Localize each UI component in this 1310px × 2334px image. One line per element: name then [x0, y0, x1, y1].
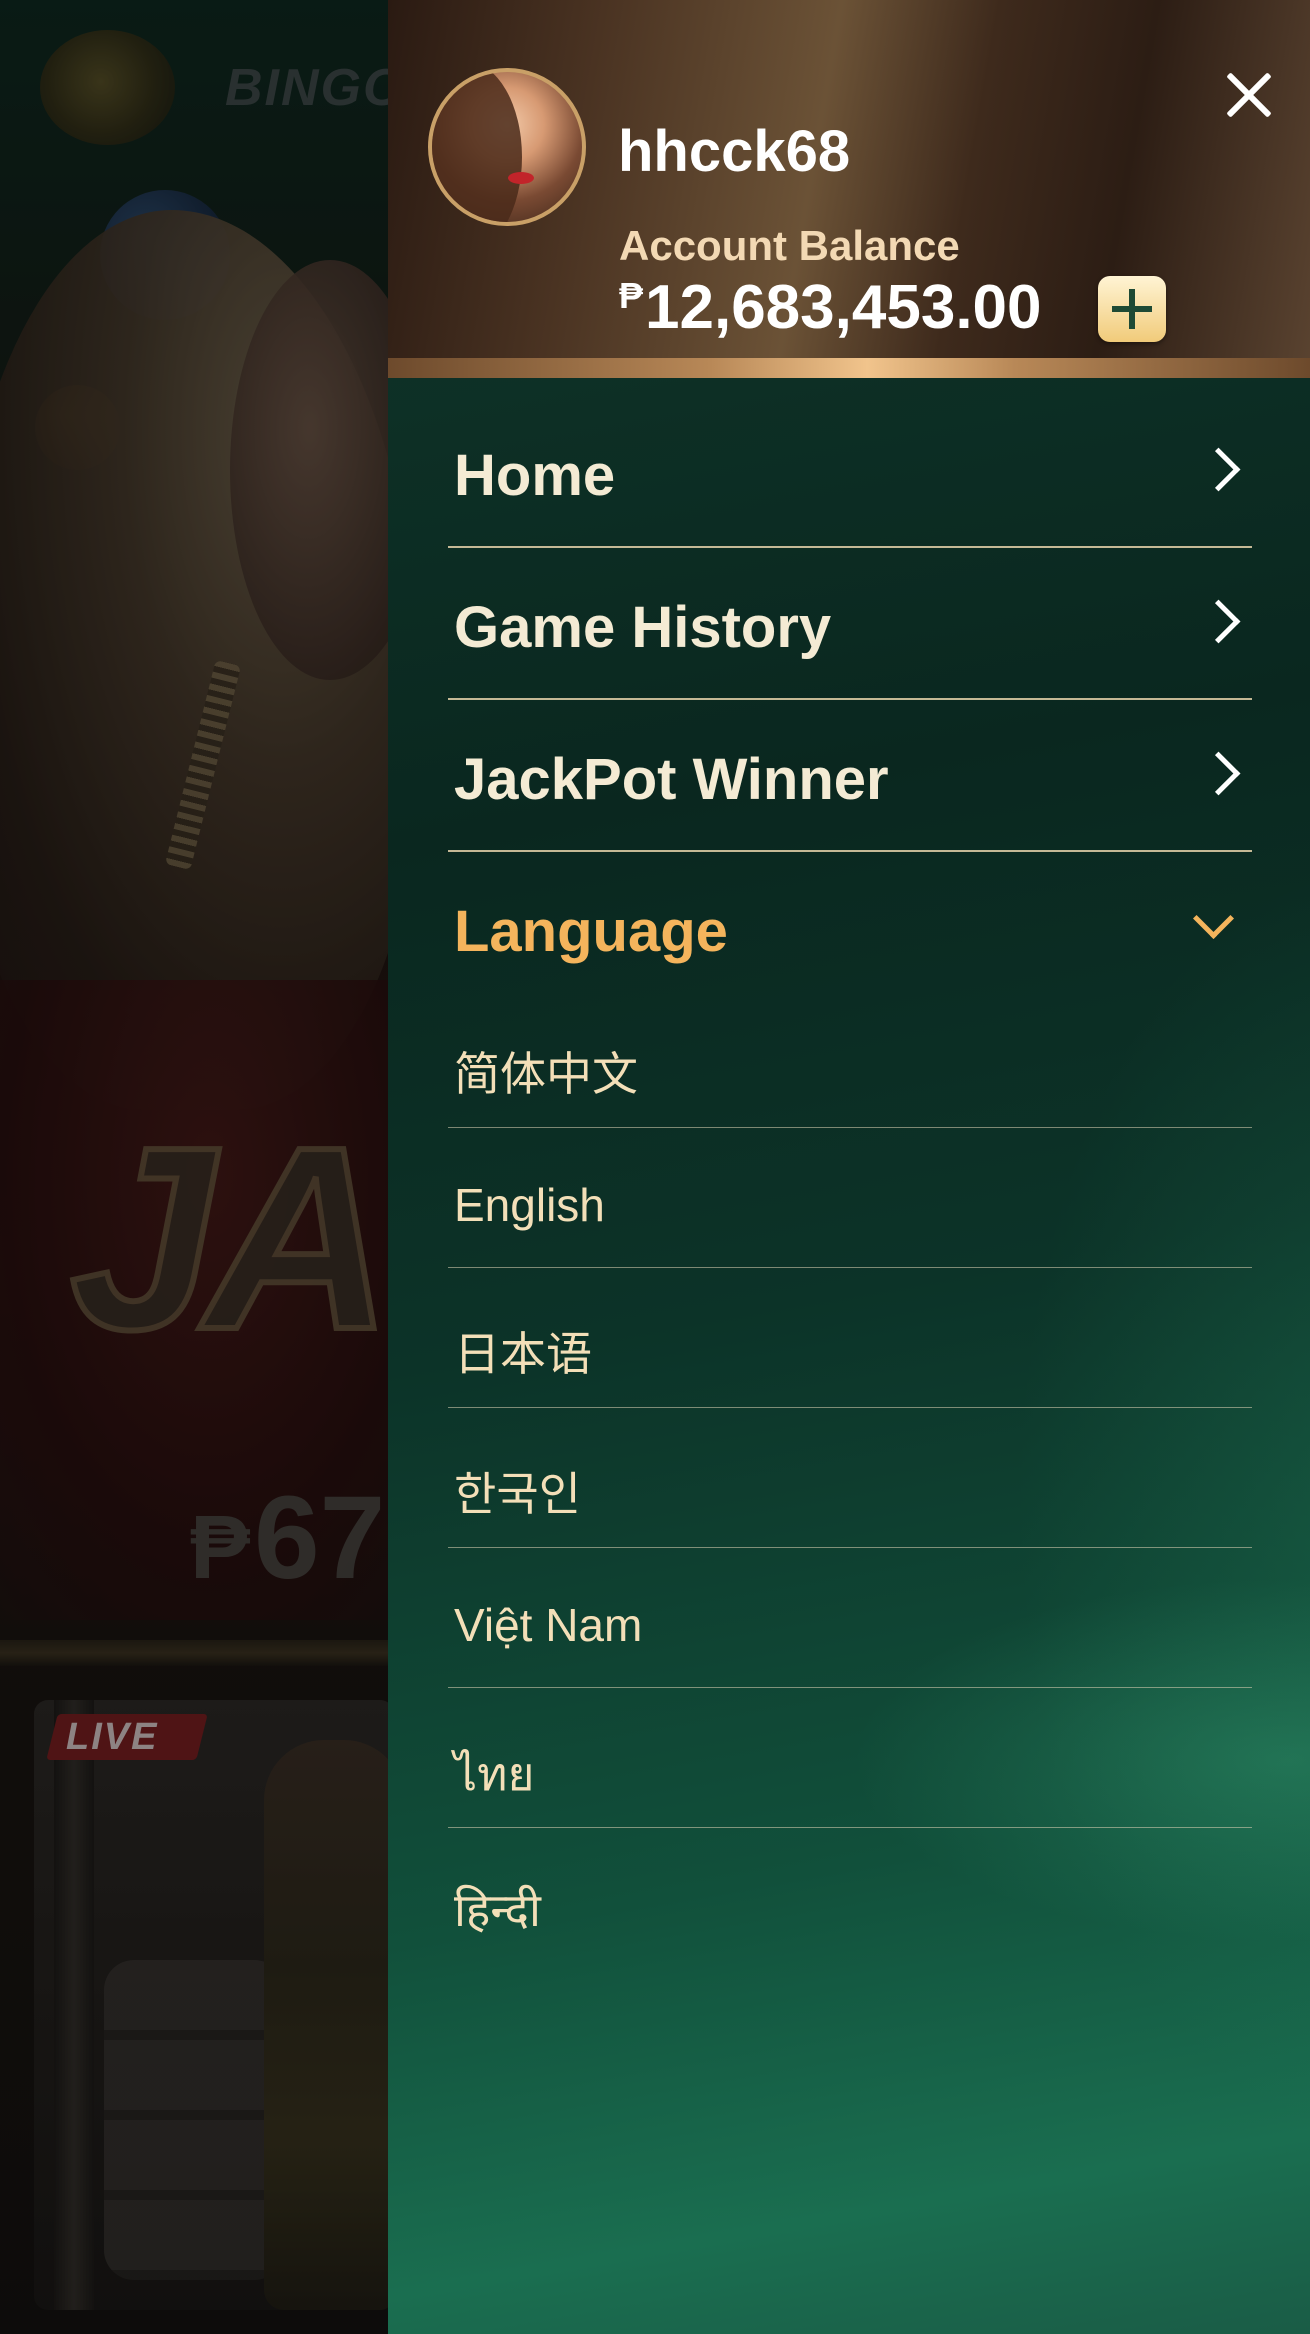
language-option-en[interactable]: English: [448, 1128, 1252, 1268]
chevron-right-icon: [1196, 751, 1241, 796]
account-balance-label: Account Balance: [619, 222, 960, 269]
language-option-label: हिन्दी: [454, 1884, 541, 1936]
side-drawer: hhcck68 Account Balance ₱12,683,453.00 H…: [388, 0, 1310, 2334]
add-funds-button[interactable]: [1098, 276, 1166, 342]
language-option-label: 한국인: [454, 1468, 581, 1520]
chevron-right-icon: [1196, 599, 1241, 644]
menu-item-jackpot-winner[interactable]: JackPot Winner: [448, 700, 1252, 852]
drawer-menu: Home Game History JackPot Winner Languag…: [448, 396, 1252, 980]
avatar[interactable]: [428, 68, 586, 226]
language-option-vi[interactable]: Việt Nam: [448, 1548, 1252, 1688]
menu-item-game-history[interactable]: Game History: [448, 548, 1252, 700]
menu-item-label: Home: [454, 443, 616, 508]
avatar-lips: [508, 172, 534, 184]
language-option-ko[interactable]: 한국인: [448, 1408, 1252, 1548]
language-option-hi[interactable]: हिन्दी: [448, 1828, 1252, 1968]
menu-item-label: Language: [454, 899, 728, 964]
menu-item-label: JackPot Winner: [454, 747, 889, 812]
drawer-header: hhcck68 Account Balance ₱12,683,453.00: [388, 0, 1310, 378]
language-option-label: ไทย: [454, 1748, 535, 1800]
avatar-hair: [432, 72, 522, 222]
menu-item-label: Game History: [454, 595, 832, 660]
close-icon[interactable]: [1216, 62, 1282, 128]
overlay-dim[interactable]: [0, 0, 388, 2334]
chevron-down-icon: [1192, 897, 1235, 940]
language-option-zh[interactable]: 简体中文: [448, 988, 1252, 1128]
username: hhcck68: [618, 119, 851, 184]
account-balance-value: ₱12,683,453.00: [619, 272, 1042, 343]
language-option-ja[interactable]: 日本语: [448, 1268, 1252, 1408]
currency-symbol: ₱: [619, 275, 644, 316]
menu-item-home[interactable]: Home: [448, 396, 1252, 548]
menu-item-language[interactable]: Language: [448, 852, 1252, 980]
language-list: 简体中文 English 日本语 한국인 Việt Nam ไทย हिन्दी: [448, 988, 1252, 1968]
language-option-label: Việt Nam: [454, 1599, 643, 1651]
language-option-label: English: [454, 1179, 605, 1231]
language-option-label: 简体中文: [454, 1048, 638, 1100]
language-option-th[interactable]: ไทย: [448, 1688, 1252, 1828]
language-option-label: 日本语: [454, 1328, 592, 1380]
chevron-right-icon: [1196, 447, 1241, 492]
balance-amount: 12,683,453.00: [645, 273, 1042, 342]
background-page: BINGO JA ₱67 LIVE: [0, 0, 388, 2334]
